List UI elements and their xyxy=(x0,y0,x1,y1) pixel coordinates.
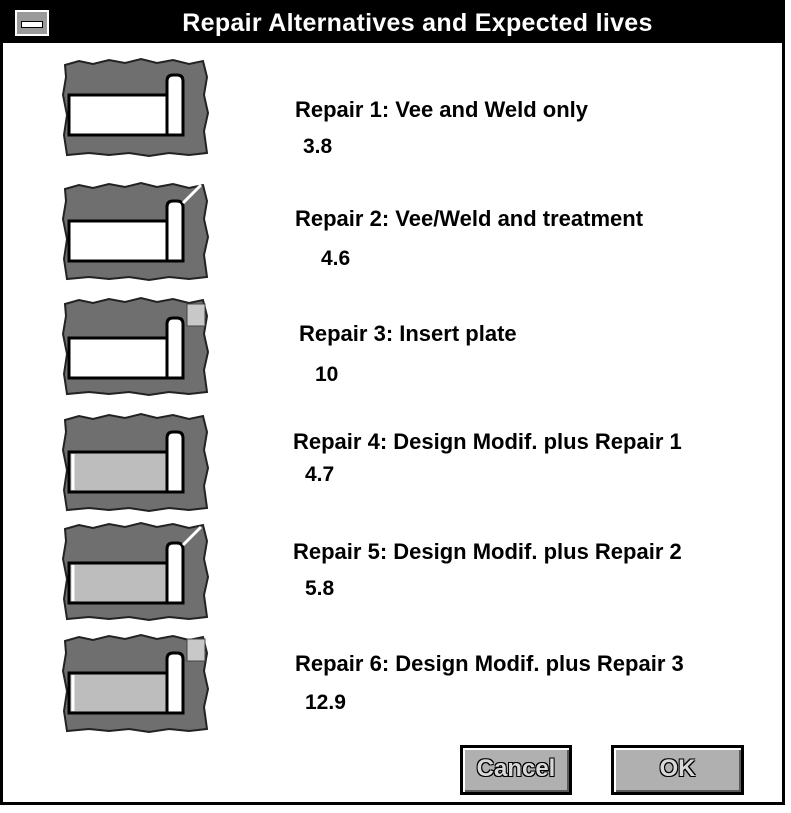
repair-6-life: 12.9 xyxy=(305,691,346,714)
repair-3-life: 10 xyxy=(315,363,339,386)
repair-2-label: Repair 2: Vee/Weld and treatment xyxy=(295,206,644,231)
repair-3-thumbnail xyxy=(59,294,209,398)
repair-5-thumbnail xyxy=(59,519,209,623)
repair-4-thumbnail xyxy=(59,410,209,514)
minus-icon xyxy=(21,21,43,28)
system-menu-button[interactable] xyxy=(15,10,49,36)
repair-3-label: Repair 3: Insert plate xyxy=(299,321,517,346)
repair-1-thumbnail xyxy=(59,55,209,159)
repair-6-thumbnail xyxy=(59,631,209,735)
repair-2-thumbnail xyxy=(59,179,209,283)
repair-alternatives-dialog: Repair Alternatives and Expected lives R… xyxy=(0,0,785,805)
cancel-button[interactable]: Cancel xyxy=(460,745,572,795)
repair-5-label: Repair 5: Design Modif. plus Repair 2 xyxy=(293,539,682,564)
window-title: Repair Alternatives and Expected lives xyxy=(182,9,653,37)
repair-6-label: Repair 6: Design Modif. plus Repair 3 xyxy=(295,651,684,676)
title-bar: Repair Alternatives and Expected lives xyxy=(3,3,782,43)
repair-2-life: 4.6 xyxy=(321,247,351,270)
ok-button[interactable]: OK xyxy=(611,745,744,795)
repair-4-life: 4.7 xyxy=(305,463,335,486)
repair-1-label: Repair 1: Vee and Weld only xyxy=(295,97,589,122)
repair-1-life: 3.8 xyxy=(303,135,333,158)
repair-5-life: 5.8 xyxy=(305,577,335,600)
repair-4-label: Repair 4: Design Modif. plus Repair 1 xyxy=(293,429,682,454)
